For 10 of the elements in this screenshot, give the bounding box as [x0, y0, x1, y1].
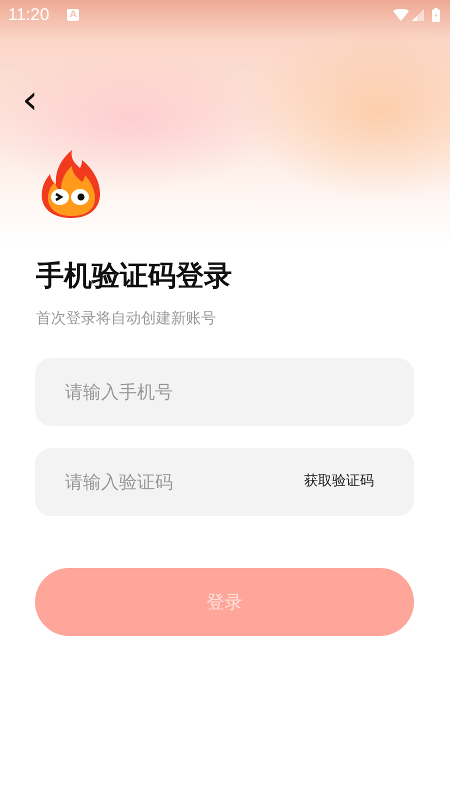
status-time: 11:20	[8, 5, 50, 25]
signal-icon	[412, 9, 424, 21]
battery-icon	[432, 8, 440, 22]
notification-icon: A	[67, 9, 80, 21]
wifi-icon	[393, 9, 409, 21]
back-button[interactable]: ‹	[16, 80, 44, 120]
page-title: 手机验证码登录	[36, 258, 233, 294]
phone-field[interactable]: 请输入手机号	[35, 358, 414, 426]
get-code-button[interactable]: 获取验证码	[304, 472, 374, 490]
subtitle: 首次登录将自动创建新账号	[36, 308, 217, 328]
